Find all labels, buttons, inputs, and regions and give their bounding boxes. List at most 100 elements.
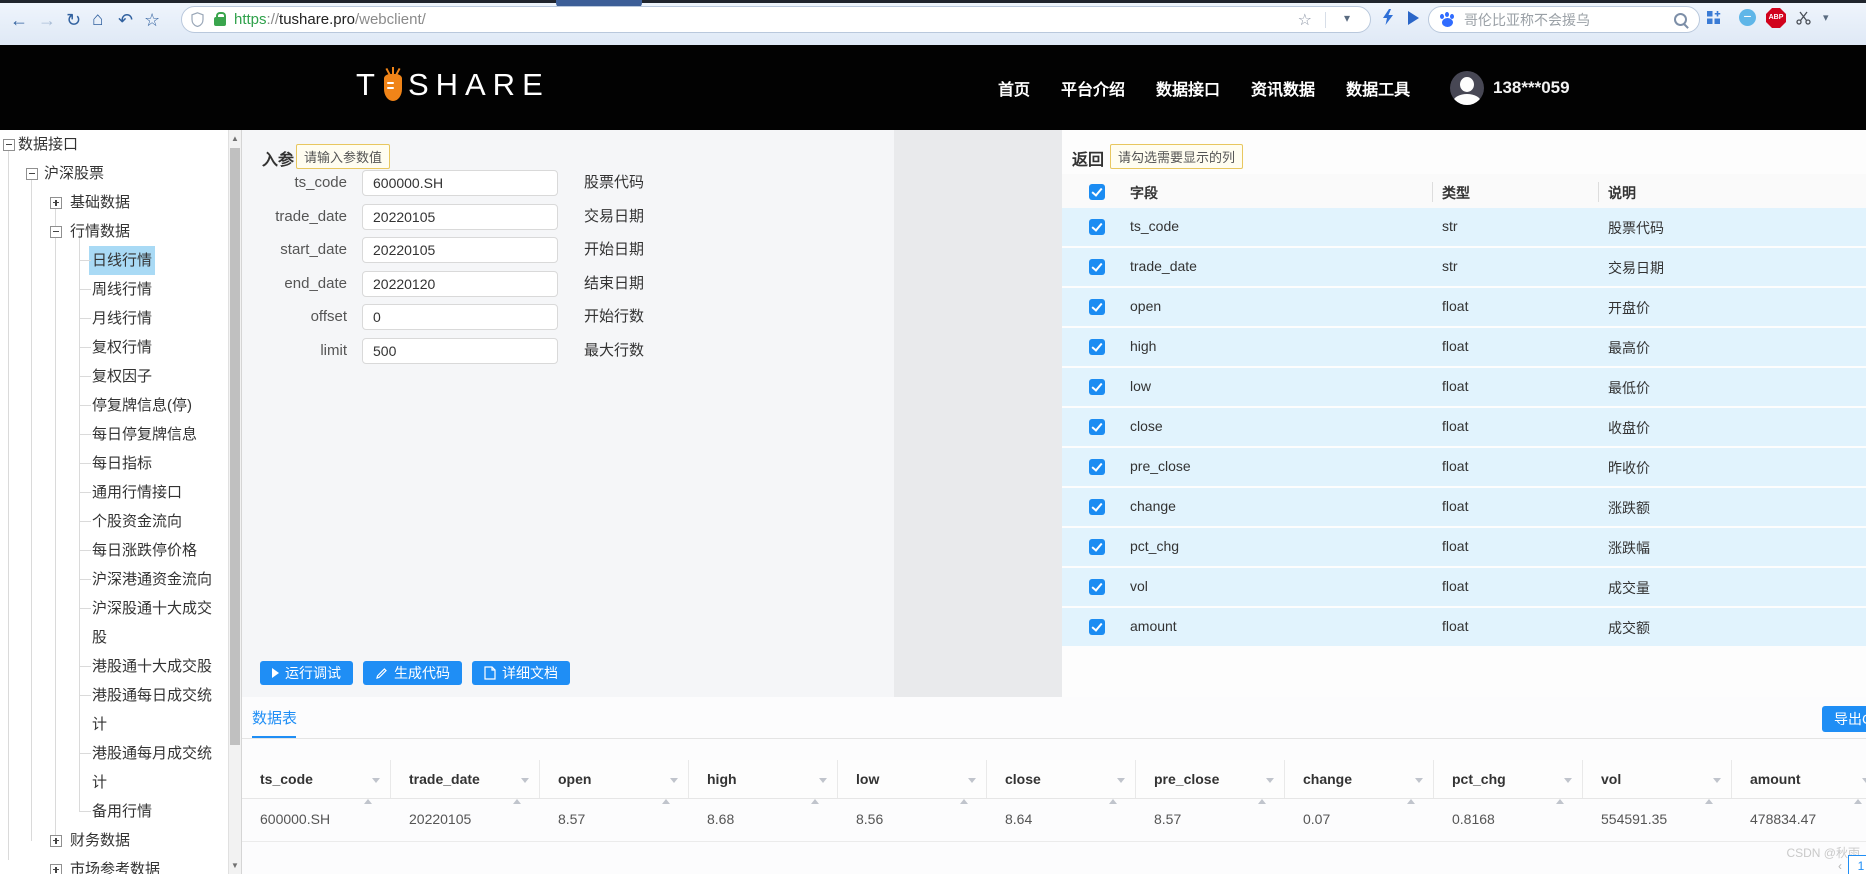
- sort-desc-icon[interactable]: [1713, 778, 1721, 799]
- nav-item-数据工具[interactable]: 数据工具: [1346, 76, 1410, 100]
- field-checkbox-ts_code[interactable]: [1089, 219, 1105, 235]
- tree-item[interactable]: 沪深股票: [0, 159, 228, 188]
- tree-item[interactable]: 港股通每月成交统计: [0, 739, 228, 797]
- expand-icon[interactable]: [50, 834, 62, 847]
- back-icon[interactable]: ←: [10, 8, 28, 32]
- sort-desc-icon[interactable]: [1564, 778, 1572, 799]
- returns-desc: 股票代码: [1608, 220, 1664, 236]
- play-media-icon[interactable]: [1408, 11, 1419, 25]
- tree-item[interactable]: 沪深股通十大成交股: [0, 594, 228, 652]
- bookmark-star-icon[interactable]: ☆: [144, 8, 160, 32]
- tree-item[interactable]: 通用行情接口: [0, 478, 228, 507]
- sort-desc-icon[interactable]: [372, 778, 380, 799]
- field-checkbox-close[interactable]: [1089, 419, 1105, 435]
- sort-desc-icon[interactable]: [521, 778, 529, 799]
- tree-item[interactable]: 基础数据: [0, 188, 228, 217]
- param-input-end_date[interactable]: [362, 270, 558, 297]
- sort-desc-icon[interactable]: [1117, 778, 1125, 799]
- run-button[interactable]: 运行调试: [260, 661, 353, 685]
- sort-desc-icon[interactable]: [1415, 778, 1423, 799]
- collapse-icon[interactable]: [26, 167, 38, 180]
- tree-item[interactable]: 数据接口: [0, 130, 228, 159]
- tree-item-label: 港股通十大成交股: [92, 658, 213, 675]
- select-all-checkbox[interactable]: [1089, 184, 1105, 200]
- search-icon[interactable]: [1674, 13, 1687, 26]
- tree-item[interactable]: 备用行情: [0, 797, 228, 826]
- tree-item[interactable]: 周线行情: [0, 275, 228, 304]
- params-panel: 入参 请输入参数值 ts_code 股票代码 trade_date 交易日期 start…: [242, 130, 894, 697]
- urlbar-dropdown-icon[interactable]: ▾: [1344, 11, 1350, 25]
- code-button[interactable]: 生成代码: [363, 661, 462, 685]
- user-avatar[interactable]: [1450, 70, 1484, 105]
- param-input-limit[interactable]: [362, 337, 558, 364]
- field-checkbox-vol[interactable]: [1089, 579, 1105, 595]
- sort-desc-icon[interactable]: [670, 778, 678, 799]
- forward-icon[interactable]: →: [38, 8, 56, 32]
- refresh-icon[interactable]: ↻: [66, 8, 81, 32]
- extensions-grid-icon[interactable]: [1706, 10, 1721, 30]
- doc-button[interactable]: 详细文档: [472, 661, 570, 685]
- field-checkbox-change[interactable]: [1089, 499, 1105, 515]
- field-checkbox-trade_date[interactable]: [1089, 259, 1105, 275]
- sort-desc-icon[interactable]: [1266, 778, 1274, 799]
- collapse-icon[interactable]: [3, 138, 15, 151]
- sort-desc-icon[interactable]: [968, 778, 976, 799]
- undo-icon[interactable]: ↶: [118, 8, 133, 32]
- result-panel: 数据表 导出CSV ts_codetrade_dateopenhighlowcl…: [242, 697, 1866, 874]
- param-input-trade_date[interactable]: [362, 203, 558, 230]
- toolbar-more-icon[interactable]: ▾: [1823, 11, 1829, 24]
- expand-icon[interactable]: [50, 196, 62, 209]
- tree-item[interactable]: 沪深港通资金流向: [0, 565, 228, 594]
- tree-item[interactable]: 每日指标: [0, 449, 228, 478]
- tree-item[interactable]: 停复牌信息(停): [0, 391, 228, 420]
- pagination-page-1[interactable]: 1: [1848, 855, 1866, 874]
- tree-item[interactable]: 港股通十大成交股: [0, 652, 228, 681]
- pagination-prev-icon[interactable]: ‹: [1838, 859, 1842, 873]
- sort-desc-icon[interactable]: [1862, 778, 1866, 799]
- search-input[interactable]: [1462, 10, 1674, 29]
- tree-item[interactable]: 财务数据: [0, 826, 228, 855]
- tree-item[interactable]: 复权因子: [0, 362, 228, 391]
- address-bar[interactable]: https://tushare.pro/webclient/ ☆ ▾: [181, 6, 1371, 33]
- scroll-down-icon[interactable]: ▼: [229, 861, 241, 870]
- param-input-ts_code[interactable]: [362, 170, 558, 196]
- param-input-offset[interactable]: [362, 304, 558, 330]
- blocker-icon[interactable]: −: [1739, 9, 1756, 26]
- tree-item[interactable]: 行情数据: [0, 217, 228, 246]
- field-checkbox-low[interactable]: [1089, 379, 1105, 395]
- tree-item[interactable]: 港股通每日成交统计: [0, 681, 228, 739]
- tree-item[interactable]: 每日停复牌信息: [0, 420, 228, 449]
- nav-item-资讯数据[interactable]: 资讯数据: [1251, 76, 1315, 100]
- tree-item[interactable]: 月线行情: [0, 304, 228, 333]
- expand-icon[interactable]: [50, 863, 62, 874]
- favorite-star-icon[interactable]: ☆: [1298, 10, 1312, 30]
- scissors-icon[interactable]: [1796, 11, 1811, 30]
- tree-item[interactable]: 市场参考数据: [0, 855, 228, 874]
- tushare-logo[interactable]: T SHARE: [356, 66, 550, 103]
- field-checkbox-amount[interactable]: [1089, 619, 1105, 635]
- user-area[interactable]: 138***059: [1450, 45, 1570, 130]
- field-checkbox-open[interactable]: [1089, 299, 1105, 315]
- adblock-plus-icon[interactable]: ABP: [1766, 8, 1786, 28]
- export-csv-button[interactable]: 导出CSV: [1822, 706, 1866, 732]
- nav-item-平台介绍[interactable]: 平台介绍: [1061, 76, 1125, 100]
- field-checkbox-pre_close[interactable]: [1089, 459, 1105, 475]
- home-icon[interactable]: ⌂: [92, 8, 103, 32]
- param-input-start_date[interactable]: [362, 237, 558, 263]
- tree-item-selected[interactable]: 日线行情: [0, 246, 228, 275]
- tab-data-table[interactable]: 数据表: [252, 707, 297, 728]
- scrollbar-thumb[interactable]: [230, 148, 240, 745]
- nav-item-数据接口[interactable]: 数据接口: [1156, 76, 1220, 100]
- sort-desc-icon[interactable]: [819, 778, 827, 799]
- field-checkbox-high[interactable]: [1089, 339, 1105, 355]
- collapse-icon[interactable]: [50, 225, 62, 238]
- tree-item[interactable]: 个股资金流向: [0, 507, 228, 536]
- scroll-up-icon[interactable]: ▲: [229, 134, 241, 143]
- lightning-icon[interactable]: [1382, 9, 1394, 30]
- sidebar-scrollbar[interactable]: ▲ ▼: [228, 130, 242, 874]
- field-checkbox-pct_chg[interactable]: [1089, 539, 1105, 555]
- tree-item[interactable]: 每日涨跌停价格: [0, 536, 228, 565]
- nav-item-首页[interactable]: 首页: [998, 76, 1030, 100]
- search-box[interactable]: [1428, 6, 1700, 33]
- tree-item[interactable]: 复权行情: [0, 333, 228, 362]
